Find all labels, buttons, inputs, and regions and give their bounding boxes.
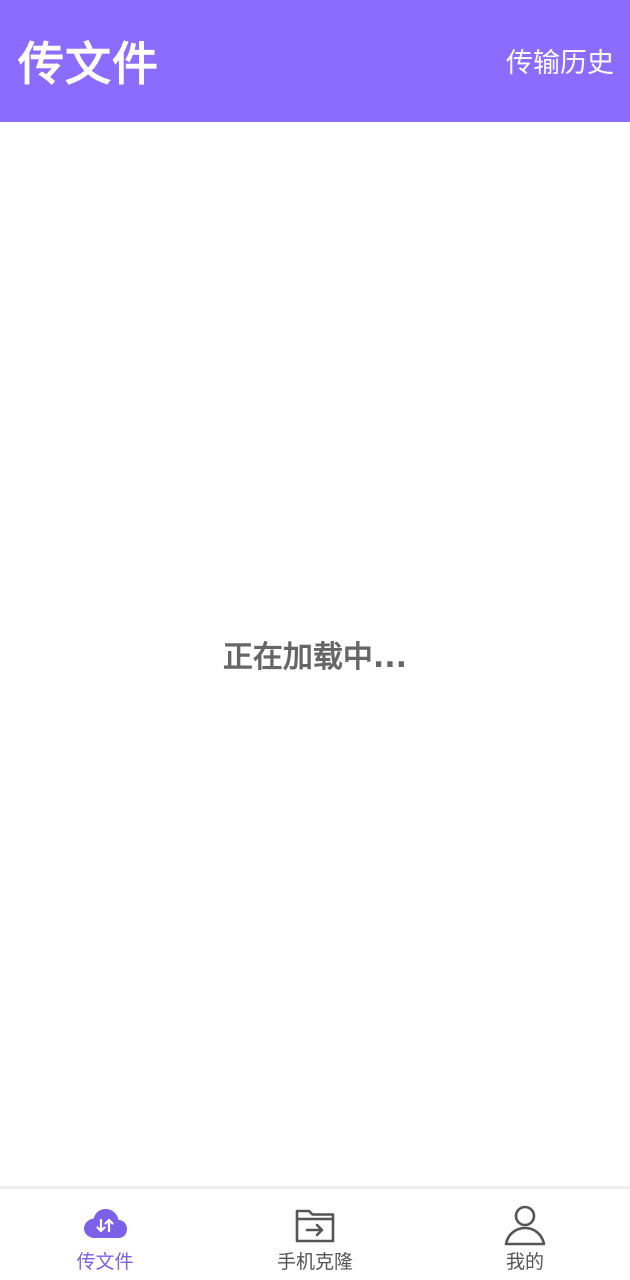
user-icon [504, 1205, 546, 1246]
page-title: 传文件 [18, 37, 159, 91]
tab-phone-clone-label: 手机克隆 [276, 1251, 353, 1273]
tab-profile-label: 我的 [505, 1251, 544, 1273]
app-screen: 传文件 传输历史 正在加载中... 传文件 手机克隆 我的 [0, 0, 630, 1280]
tab-phone-clone[interactable]: 手机克隆 [210, 1189, 420, 1280]
tab-profile[interactable]: 我的 [420, 1189, 630, 1280]
bottom-navigation: 传文件 手机克隆 我的 [0, 1186, 630, 1280]
loading-message: 正在加载中... [222, 640, 408, 675]
tab-transfer-files-label: 传文件 [76, 1251, 134, 1273]
main-content: 正在加载中... [0, 122, 630, 1188]
folder-transfer-icon [295, 1209, 335, 1243]
cloud-transfer-icon [84, 1209, 127, 1238]
top-app-bar: 传文件 传输历史 [0, 0, 630, 122]
tab-transfer-files[interactable]: 传文件 [0, 1189, 210, 1280]
transfer-history-link[interactable]: 传输历史 [506, 46, 614, 82]
